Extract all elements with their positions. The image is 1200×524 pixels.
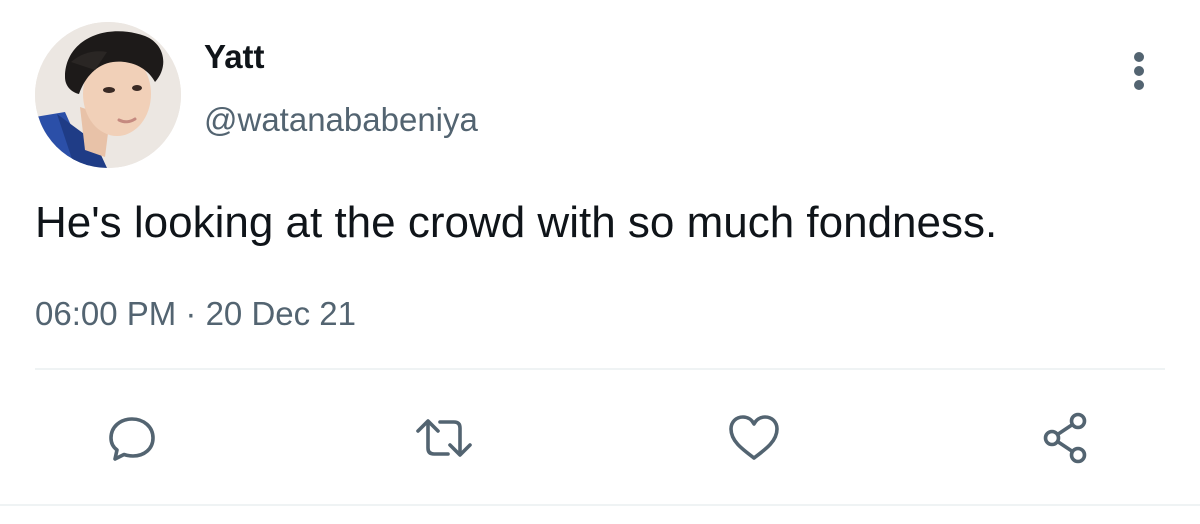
author-handle[interactable]: @watanababeniya xyxy=(204,101,478,139)
like-button[interactable] xyxy=(724,408,784,468)
divider xyxy=(35,368,1165,370)
reply-button[interactable] xyxy=(102,408,162,468)
menu-dot xyxy=(1134,52,1144,62)
avatar-photo xyxy=(35,22,181,168)
retweet-arrows-icon xyxy=(416,419,472,457)
speech-bubble-icon xyxy=(109,417,155,461)
menu-dot xyxy=(1134,80,1144,90)
avatar[interactable] xyxy=(35,22,181,168)
tweet-time: 06:00 PM xyxy=(35,295,177,332)
share-button[interactable] xyxy=(1036,408,1096,468)
retweet-button[interactable] xyxy=(414,408,474,468)
heart-icon xyxy=(729,415,779,460)
more-options-icon[interactable] xyxy=(1122,48,1156,94)
menu-dot xyxy=(1134,66,1144,76)
bottom-divider xyxy=(0,504,1200,506)
tweet-text: He's looking at the crowd with so much f… xyxy=(35,198,998,247)
share-nodes-icon xyxy=(1043,412,1087,464)
tweet-date: 20 Dec 21 xyxy=(205,295,357,332)
timestamp-separator: · xyxy=(176,295,206,332)
tweet-timestamp[interactable]: 06:00 PM · 20 Dec 21 xyxy=(35,295,356,333)
author-name[interactable]: Yatt xyxy=(204,38,265,76)
tweet-card: Yatt @watanababeniya He's looking at the… xyxy=(0,0,1200,524)
